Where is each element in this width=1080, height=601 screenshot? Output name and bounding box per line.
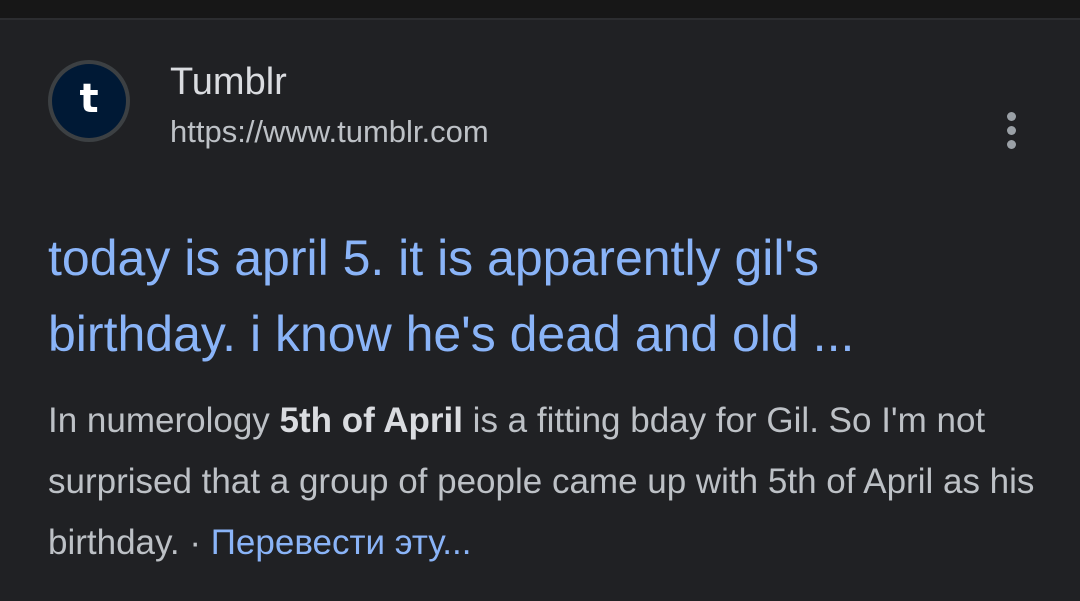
- tumblr-logo-icon: t: [48, 60, 130, 142]
- snippet-separator: ·: [179, 523, 211, 562]
- more-vertical-icon: [1006, 111, 1016, 121]
- result-snippet: In numerology 5th of April is a fitting …: [48, 390, 1038, 573]
- result-source[interactable]: t Tumblr https://www.tumblr.com: [48, 60, 1048, 150]
- favicon-inner: t: [52, 64, 126, 138]
- more-vertical-icon-dot: [1006, 139, 1016, 149]
- result-title-line-2: birthday. i know he's dead and old ...: [48, 306, 855, 362]
- result-title-line-1: today is april 5. it is apparently gil's: [48, 230, 820, 286]
- translate-link[interactable]: Перевести эту...: [211, 523, 472, 562]
- snippet-text-before: In numerology: [48, 401, 280, 440]
- top-bar: [0, 0, 1080, 18]
- more-vertical-icon-dot: [1006, 125, 1016, 135]
- more-options-button[interactable]: [990, 90, 1032, 170]
- snippet-highlight: 5th of April: [279, 401, 463, 440]
- result-title-link[interactable]: today is april 5. it is apparently gil's…: [48, 220, 1038, 372]
- site-url: https://www.tumblr.com: [170, 114, 489, 149]
- site-name: Tumblr: [170, 61, 287, 103]
- favicon-letter: t: [79, 76, 99, 122]
